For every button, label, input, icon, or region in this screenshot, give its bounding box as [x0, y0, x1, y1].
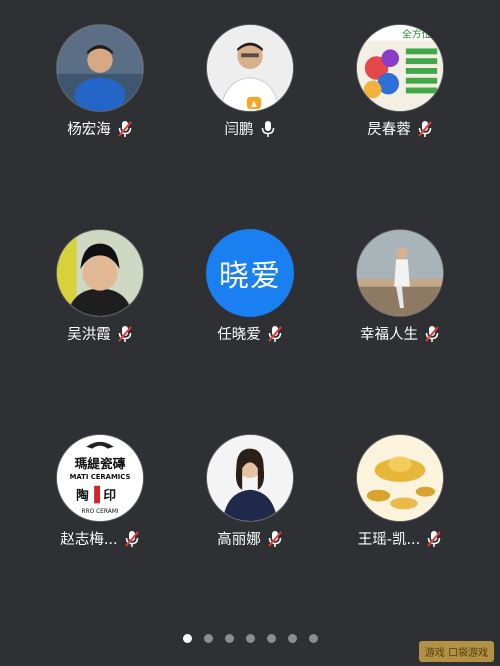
- avatar-photo: [207, 435, 293, 521]
- host-badge-icon: ▲: [247, 97, 261, 109]
- avatar: [56, 229, 144, 317]
- page-dot[interactable]: [287, 634, 297, 643]
- mic-muted-icon[interactable]: [424, 325, 440, 343]
- participant-name: 闫鹏: [224, 122, 254, 138]
- mic-muted-icon[interactable]: [267, 530, 283, 548]
- watermark: 游戏 口袋游戏: [418, 641, 494, 662]
- mic-muted-icon[interactable]: [117, 120, 133, 138]
- logo-line4: 印: [103, 488, 116, 503]
- avatar-photo: [57, 230, 143, 316]
- page-dot[interactable]: [266, 634, 276, 643]
- avatar-photo: [57, 25, 143, 111]
- participant-name: 高丽娜: [217, 532, 261, 548]
- logo-line3: 陶: [76, 488, 89, 503]
- logo-line1: 瑪緹瓷磚: [75, 456, 126, 471]
- page-dot[interactable]: [182, 634, 192, 643]
- avatar: [206, 434, 294, 522]
- logo-line5: RRO CERAMI: [81, 509, 118, 515]
- participant-name: 王瑶-凯...: [357, 532, 421, 548]
- participant-name: 幸福人生: [360, 327, 418, 343]
- avatar: [56, 24, 144, 112]
- page-dot[interactable]: [308, 634, 318, 643]
- participant-grid: 杨宏海 ▲ 闫鹏 全方位营 昃春蓉 吴洪霞 晓爱 任晓爱 幸福人生 瑪緹瓷磚 M…: [0, 0, 500, 620]
- ad-headline: 全方位营: [402, 28, 441, 41]
- avatar-photo: [357, 230, 443, 316]
- participant-name: 任晓爱: [217, 327, 261, 343]
- participant-name: 杨宏海: [67, 122, 111, 138]
- participant-tile[interactable]: 杨宏海: [25, 24, 175, 154]
- avatar-photo: 全方位营: [357, 25, 443, 111]
- mic-muted-icon[interactable]: [124, 530, 140, 548]
- page-dot[interactable]: [224, 634, 234, 643]
- avatar: 全方位营: [356, 24, 444, 112]
- avatar: [356, 229, 444, 317]
- participant-tile[interactable]: ▲ 闫鹏: [175, 24, 325, 154]
- participant-tile[interactable]: 幸福人生: [325, 229, 475, 359]
- participant-tile[interactable]: 王瑶-凯...: [325, 434, 475, 564]
- page-dot[interactable]: [203, 634, 213, 643]
- page-dot[interactable]: [245, 634, 255, 643]
- avatar: 瑪緹瓷磚 MATI CERAMICS 陶 印 RRO CERAMI: [56, 434, 144, 522]
- avatar: ▲: [206, 24, 294, 112]
- avatar: [356, 434, 444, 522]
- participant-tile[interactable]: 全方位营 昃春蓉: [325, 24, 475, 154]
- avatar-logo: 瑪緹瓷磚 MATI CERAMICS 陶 印 RRO CERAMI: [57, 435, 143, 521]
- logo-line2: MATI CERAMICS: [70, 473, 131, 481]
- participant-tile[interactable]: 晓爱 任晓爱: [175, 229, 325, 359]
- avatar-photo: [357, 435, 443, 521]
- participant-name: 吴洪霞: [67, 327, 111, 343]
- mic-muted-icon[interactable]: [117, 325, 133, 343]
- participant-tile[interactable]: 瑪緹瓷磚 MATI CERAMICS 陶 印 RRO CERAMI 赵志梅...: [25, 434, 175, 564]
- avatar-initials: 晓爱: [206, 229, 294, 317]
- participant-name: 赵志梅...: [60, 532, 118, 548]
- participant-tile[interactable]: 高丽娜: [175, 434, 325, 564]
- mic-muted-icon[interactable]: [267, 325, 283, 343]
- mic-on-icon[interactable]: [260, 120, 276, 138]
- participant-tile[interactable]: 吴洪霞: [25, 229, 175, 359]
- mic-muted-icon[interactable]: [426, 530, 442, 548]
- participant-name: 昃春蓉: [367, 122, 411, 138]
- mic-muted-icon[interactable]: [417, 120, 433, 138]
